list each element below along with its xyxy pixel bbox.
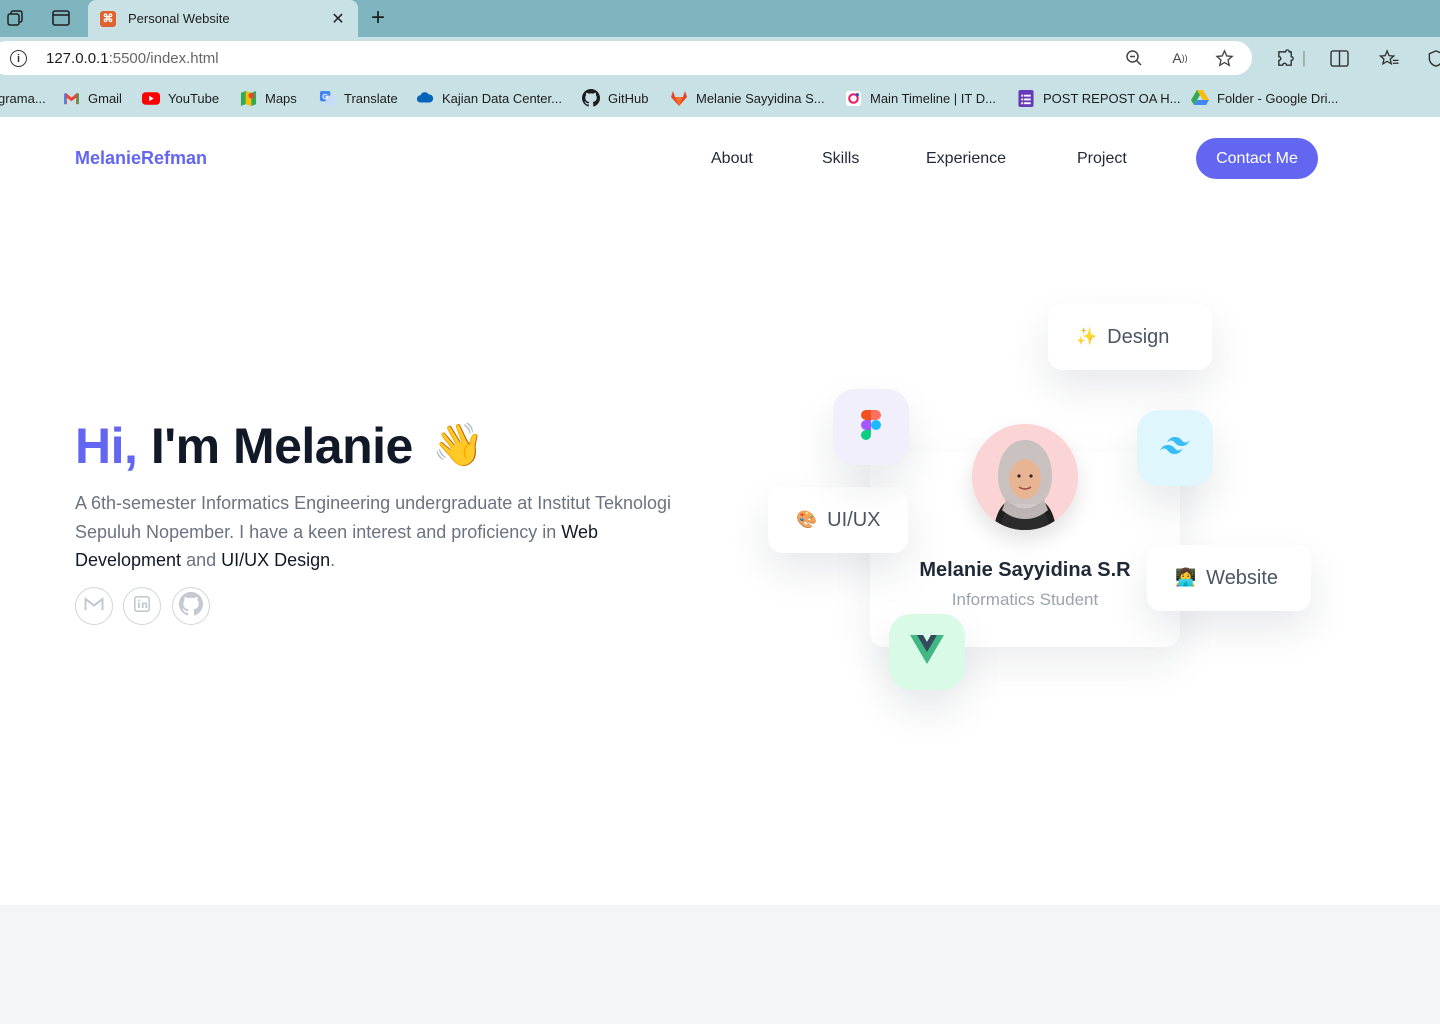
info-icon[interactable]: i <box>10 50 27 67</box>
extensions-icon[interactable] <box>1273 47 1297 69</box>
chip-website: 👩‍💻 Website <box>1147 545 1311 611</box>
bookmark-item[interactable]: grama... <box>0 88 46 108</box>
figma-icon <box>861 409 881 445</box>
linkedin-social-link[interactable] <box>123 587 161 625</box>
sparkles-icon: ✨ <box>1076 327 1098 346</box>
bookmark-label: Main Timeline | IT D... <box>870 90 996 106</box>
nav-about[interactable]: About <box>711 150 753 168</box>
chip-label: Website <box>1206 566 1279 589</box>
bookmark-label: POST REPOST OA H... <box>1043 90 1181 106</box>
site-logo[interactable]: MelanieRefman <box>75 148 207 169</box>
bookmark-label: Kajian Data Center... <box>442 90 562 106</box>
timeline-icon <box>844 90 862 106</box>
browser-essentials-icon[interactable] <box>1424 47 1440 69</box>
linkedin-icon <box>134 595 150 617</box>
technologist-icon: 👩‍💻 <box>1175 568 1197 587</box>
chip-design: ✨ Design <box>1048 304 1212 370</box>
bookmark-label: grama... <box>0 90 46 106</box>
profile-role: Informatics Student <box>951 590 1099 609</box>
favorites-icon[interactable] <box>1377 47 1401 69</box>
new-tab-icon[interactable]: + <box>366 4 390 32</box>
bookmark-gitlab[interactable]: Melanie Sayyidina S... <box>670 88 825 108</box>
hero-greeting: Hi, <box>75 418 138 474</box>
bookmark-maps[interactable]: Maps <box>239 88 297 108</box>
toolbar-divider: | <box>1301 48 1307 67</box>
maps-icon <box>239 90 257 106</box>
bookmarks-bar: grama... Gmail YouTube Maps G Translate … <box>0 78 1440 117</box>
github-social-link[interactable] <box>172 587 210 625</box>
bookmark-gmail[interactable]: Gmail <box>62 88 122 108</box>
address-bar[interactable]: i 127.0.0.1:5500/index.html A)) <box>0 41 1252 75</box>
nav-project[interactable]: Project <box>1077 150 1127 168</box>
workspaces-icon[interactable] <box>2 6 28 30</box>
desc-text: . <box>330 550 336 570</box>
forms-icon <box>1017 89 1035 107</box>
translate-icon: G <box>318 90 336 106</box>
waving-hand-icon: 👋 <box>432 421 485 468</box>
tailwind-tile <box>1137 410 1213 486</box>
hero-description: A 6th-semester Informatics Engineering u… <box>75 489 695 575</box>
desc-text: and <box>181 550 222 570</box>
youtube-icon <box>142 90 160 106</box>
page-content: MelanieRefman About Skills Experience Pr… <box>0 117 1440 1024</box>
nav-skills[interactable]: Skills <box>822 150 859 168</box>
tab-actions-icon[interactable] <box>48 6 74 30</box>
zoom-out-icon[interactable] <box>1122 47 1146 69</box>
github-icon <box>582 89 600 107</box>
xampp-icon: ⌘ <box>100 10 116 27</box>
bookmark-drive[interactable]: Folder - Google Dri... <box>1191 88 1338 108</box>
close-icon[interactable]: ✕ <box>326 7 350 31</box>
bookmark-label: YouTube <box>168 90 220 106</box>
profile-name: Melanie Sayyidina S.R <box>919 559 1131 581</box>
vue-icon <box>910 634 944 670</box>
palette-icon: 🎨 <box>796 510 818 529</box>
vue-tile <box>889 614 965 690</box>
bookmark-forms[interactable]: POST REPOST OA H... <box>1017 88 1181 108</box>
bookmark-label: Maps <box>265 90 297 106</box>
browser-tab-active[interactable]: ⌘ Personal Website ✕ <box>88 0 358 37</box>
bookmark-label: GitHub <box>608 90 649 106</box>
bookmark-translate[interactable]: G Translate <box>318 88 398 108</box>
bookmark-github[interactable]: GitHub <box>582 88 648 108</box>
bookmark-timeline[interactable]: Main Timeline | IT D... <box>844 88 996 108</box>
browser-tab-bar: ⌘ Personal Website ✕ + <box>0 0 1440 37</box>
bookmark-label: Gmail <box>88 90 122 106</box>
chip-label: Design <box>1107 325 1170 348</box>
drive-icon <box>1191 90 1209 106</box>
gitlab-icon <box>670 90 688 106</box>
bookmark-kajian[interactable]: Kajian Data Center... <box>416 88 562 108</box>
hero-name: I'm Melanie <box>150 418 414 474</box>
gmail-icon <box>84 596 104 616</box>
github-icon <box>179 591 203 621</box>
contact-me-button[interactable]: Contact Me <box>1196 138 1318 179</box>
url-host: 127.0.0.1 <box>46 50 109 67</box>
bookmark-youtube[interactable]: YouTube <box>142 88 219 108</box>
nav-experience[interactable]: Experience <box>926 150 1006 168</box>
gmail-icon <box>62 90 80 106</box>
gmail-social-link[interactable] <box>75 587 113 625</box>
avatar <box>972 424 1078 530</box>
next-section <box>0 905 1440 1024</box>
bookmark-label: Folder - Google Dri... <box>1217 90 1339 106</box>
split-screen-icon[interactable] <box>1327 47 1351 69</box>
bookmark-label: Melanie Sayyidina S... <box>696 90 825 106</box>
svg-text:G: G <box>322 91 328 100</box>
browser-toolbar: i 127.0.0.1:5500/index.html A)) | <box>0 37 1440 78</box>
cloud-icon <box>416 90 434 106</box>
favorite-star-icon[interactable] <box>1212 47 1236 69</box>
bookmark-label: Translate <box>344 90 398 106</box>
figma-tile <box>833 389 909 465</box>
desc-highlight-uiux: UI/UX Design <box>221 550 331 570</box>
hero-title: Hi, I'm Melanie 👋 <box>75 417 485 475</box>
chip-uiux: 🎨 UI/UX <box>768 487 908 553</box>
url-path: :5500/index.html <box>108 50 219 67</box>
chip-label: UI/UX <box>827 508 881 531</box>
tailwind-icon <box>1158 436 1192 461</box>
tab-title: Personal Website <box>128 11 230 26</box>
read-aloud-icon[interactable]: A)) <box>1168 47 1192 69</box>
url-text[interactable]: 127.0.0.1:5500/index.html <box>46 50 219 67</box>
